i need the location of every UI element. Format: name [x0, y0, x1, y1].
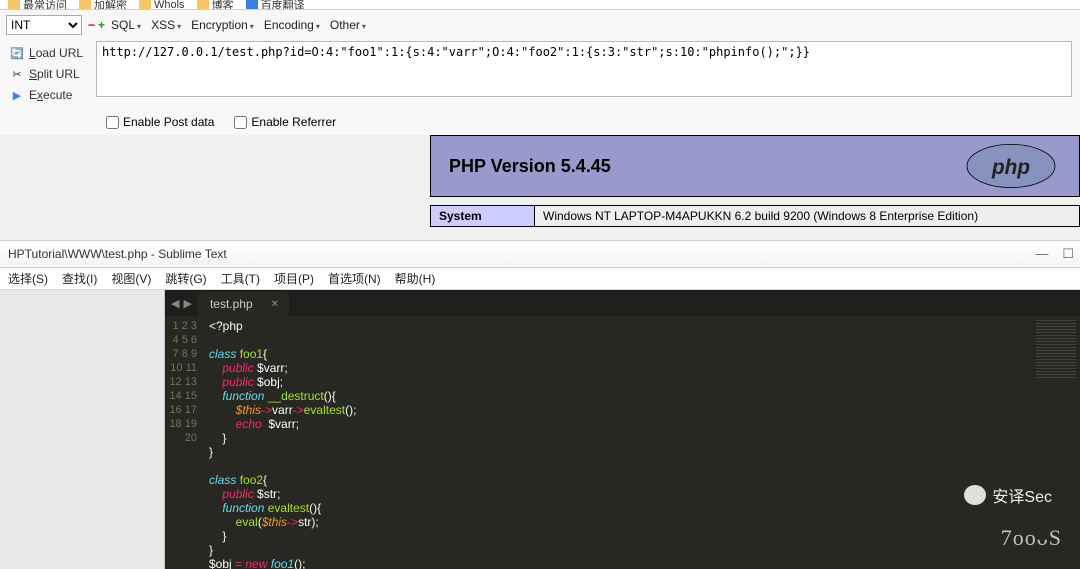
load-icon: 🔄 [10, 46, 24, 60]
split-url-button[interactable]: ✂ Split URL [10, 65, 92, 83]
phpinfo-header: PHP Version 5.4.45 php [430, 135, 1080, 197]
bookmark-item[interactable]: 加解密 [79, 0, 127, 10]
nav-fwd-icon[interactable]: ▶ [183, 297, 191, 310]
code-editor[interactable]: 1 2 3 4 5 6 7 8 9 10 11 12 13 14 15 16 1… [165, 316, 1080, 569]
watermark-brand: 7ooᴗS [1001, 525, 1062, 551]
window-title: HPTutorial\WWW\test.php - Sublime Text [8, 247, 227, 261]
menu-tools[interactable]: 工具(T) [221, 270, 260, 287]
minus-icon[interactable]: − [88, 18, 95, 32]
watermark-wechat: 安译Sec [964, 483, 1052, 507]
menu-view[interactable]: 视图(V) [111, 270, 151, 287]
phpinfo-table-row: System Windows NT LAPTOP-M4APUKKN 6.2 bu… [430, 205, 1080, 227]
maximize-button[interactable]: ☐ [1062, 246, 1074, 262]
hackbar-menu-sql[interactable]: SQL [111, 18, 141, 32]
bookmark-item[interactable]: 博客 [197, 0, 234, 10]
menu-preferences[interactable]: 首选项(N) [328, 270, 381, 287]
wechat-icon [964, 485, 986, 505]
bookmark-item[interactable]: 最常访问 [8, 0, 67, 10]
tab-test-php[interactable]: test.php ✕ [198, 292, 289, 316]
sublime-menubar[interactable]: 选择(S) 查找(I) 视图(V) 跳转(G) 工具(T) 项目(P) 首选项(… [0, 268, 1080, 290]
phpinfo-value: Windows NT LAPTOP-M4APUKKN 6.2 build 920… [535, 206, 1079, 226]
hackbar-menu-encryption[interactable]: Encryption [191, 18, 254, 32]
php-logo-icon: php [961, 142, 1061, 190]
svg-text:php: php [991, 156, 1030, 179]
hackbar-toolbar: INT − + SQL XSS Encryption Encoding Othe… [0, 10, 1080, 135]
php-version-title: PHP Version 5.4.45 [449, 156, 611, 177]
browser-bookmark-bar: 最常访问 加解密 Whols 博客 百度翻译 [0, 0, 1080, 10]
menu-select[interactable]: 选择(S) [8, 270, 48, 287]
plus-icon[interactable]: + [98, 18, 105, 32]
line-gutter: 1 2 3 4 5 6 7 8 9 10 11 12 13 14 15 16 1… [165, 316, 205, 569]
hackbar-menu-other[interactable]: Other [330, 18, 366, 32]
split-icon: ✂ [10, 67, 24, 81]
execute-button[interactable]: ▶ Execute [10, 86, 92, 104]
close-tab-icon[interactable]: ✕ [271, 299, 279, 310]
menu-help[interactable]: 帮助(H) [395, 270, 436, 287]
sublime-sidebar[interactable] [0, 290, 165, 569]
execute-icon: ▶ [10, 88, 24, 102]
sublime-tabbar: ◀ ▶ test.php ✕ [165, 290, 1080, 316]
sublime-titlebar[interactable]: HPTutorial\WWW\test.php - Sublime Text —… [0, 240, 1080, 268]
enable-referrer-checkbox[interactable]: Enable Referrer [234, 115, 336, 129]
enable-post-checkbox[interactable]: Enable Post data [106, 115, 214, 129]
load-url-button[interactable]: 🔄 Load URL [10, 44, 92, 62]
bookmark-item[interactable]: Whols [139, 0, 185, 10]
menu-find[interactable]: 查找(I) [62, 270, 97, 287]
bookmark-item[interactable]: 百度翻译 [246, 0, 305, 10]
code-lines[interactable]: <?php class foo1{ public $varr; public $… [205, 316, 1030, 569]
minimize-button[interactable]: — [1035, 246, 1048, 262]
menu-project[interactable]: 项目(P) [274, 270, 314, 287]
hackbar-menu-encoding[interactable]: Encoding [264, 18, 320, 32]
url-textarea[interactable]: http://127.0.0.1/test.php?id=O:4:"foo1":… [96, 41, 1072, 97]
phpinfo-label: System [431, 206, 535, 226]
sublime-window: HPTutorial\WWW\test.php - Sublime Text —… [0, 240, 1080, 569]
hackbar-menu-xss[interactable]: XSS [151, 18, 181, 32]
nav-back-icon[interactable]: ◀ [171, 297, 179, 310]
phpinfo-output: PHP Version 5.4.45 php System Windows NT… [430, 135, 1080, 227]
menu-goto[interactable]: 跳转(G) [165, 270, 206, 287]
hackbar-db-select[interactable]: INT [6, 15, 82, 35]
